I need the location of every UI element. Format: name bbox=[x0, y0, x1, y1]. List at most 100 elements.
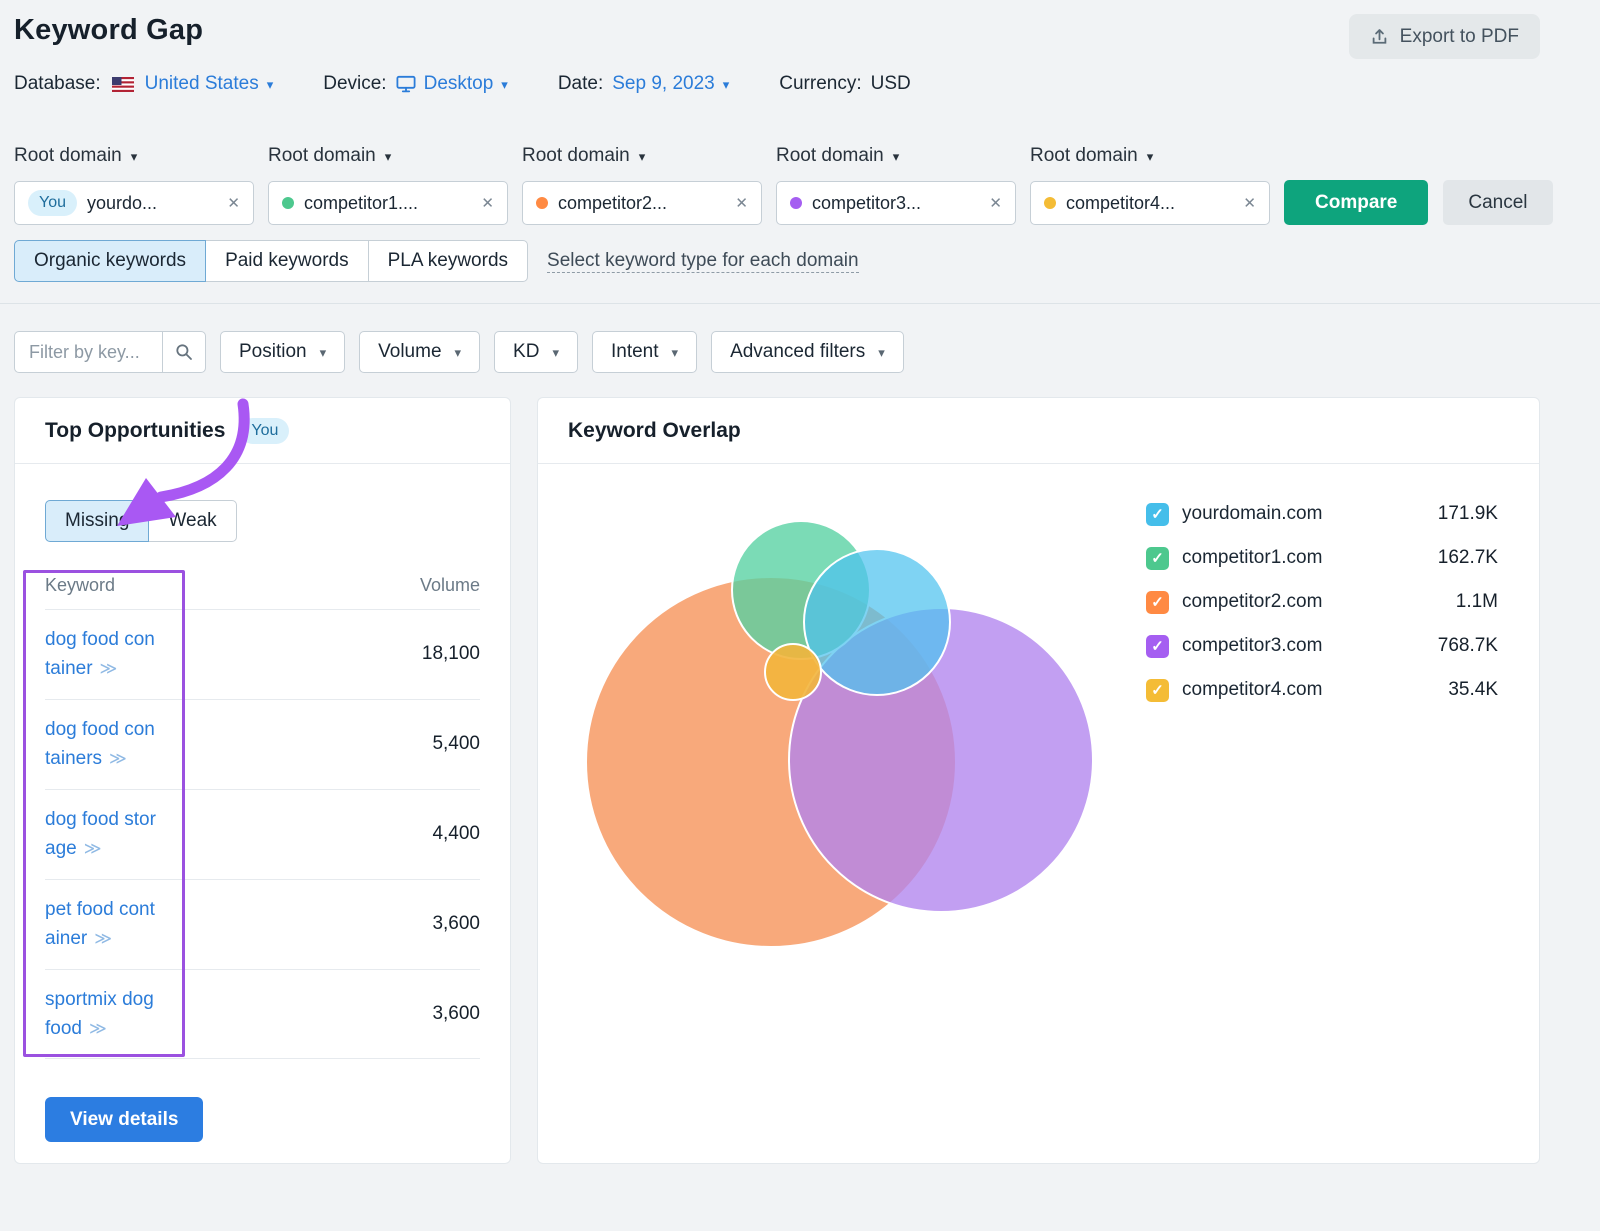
legend-checkbox[interactable]: ✓ bbox=[1146, 679, 1169, 702]
tab-organic-keywords[interactable]: Organic keywords bbox=[14, 240, 206, 282]
double-chevron-icon: ≫ bbox=[94, 929, 112, 948]
keyword-gap-page: Keyword Gap Export to PDF Database: bbox=[14, 0, 1540, 1164]
domain-chip-competitor3[interactable]: competitor3... ✕ bbox=[776, 181, 1016, 225]
root-domain-dropdown[interactable]: Root domain ▾ bbox=[776, 145, 899, 167]
currency-value: USD bbox=[871, 73, 911, 95]
keyword-overlap-header: Keyword Overlap bbox=[538, 398, 1539, 464]
date-value-link[interactable]: Sep 9, 2023 ▾ bbox=[612, 73, 729, 95]
check-icon: ✓ bbox=[1151, 505, 1164, 523]
us-flag-icon bbox=[112, 77, 134, 92]
volume-cell: 3,600 bbox=[432, 913, 480, 935]
volume-filter-dropdown[interactable]: Volume ▾ bbox=[359, 331, 480, 373]
domain-color-dot bbox=[282, 197, 294, 209]
desktop-icon bbox=[396, 75, 416, 93]
close-icon[interactable]: ✕ bbox=[989, 194, 1002, 212]
double-chevron-icon: ≫ bbox=[84, 839, 102, 858]
root-domain-dropdown[interactable]: Root domain ▾ bbox=[1030, 145, 1153, 167]
keyword-link[interactable]: dog food containers≫ bbox=[45, 715, 159, 774]
domain-selectors-row: Root domain ▾ You yourdo... ✕ Root domai… bbox=[14, 145, 1540, 225]
compare-button[interactable]: Compare bbox=[1284, 180, 1428, 225]
volume-cell: 5,400 bbox=[432, 733, 480, 755]
currency-label: Currency: bbox=[779, 73, 861, 95]
filter-bar: Position ▾ Volume ▾ KD ▾ Intent ▾ Advanc… bbox=[14, 331, 1540, 373]
kd-filter-dropdown[interactable]: KD ▾ bbox=[494, 331, 578, 373]
intent-filter-dropdown[interactable]: Intent ▾ bbox=[592, 331, 697, 373]
legend-row: ✓ yourdomain.com 171.9K bbox=[1146, 492, 1498, 536]
chevron-down-icon: ▾ bbox=[552, 346, 559, 359]
legend-checkbox[interactable]: ✓ bbox=[1146, 503, 1169, 526]
venn-circle-competitor4 bbox=[765, 644, 821, 700]
select-keyword-type-link[interactable]: Select keyword type for each domain bbox=[547, 249, 859, 274]
legend-checkbox[interactable]: ✓ bbox=[1146, 591, 1169, 614]
legend-checkbox[interactable]: ✓ bbox=[1146, 547, 1169, 570]
close-icon[interactable]: ✕ bbox=[735, 194, 748, 212]
domain-color-dot bbox=[790, 197, 802, 209]
volume-cell: 18,100 bbox=[422, 643, 480, 665]
export-pdf-button[interactable]: Export to PDF bbox=[1349, 14, 1540, 59]
currency-display: Currency: USD bbox=[779, 73, 910, 95]
double-chevron-icon: ≫ bbox=[89, 1019, 107, 1038]
keyword-link[interactable]: pet food container≫ bbox=[45, 895, 159, 954]
device-label: Device: bbox=[323, 73, 386, 95]
opportunities-tabs: Missing Weak bbox=[45, 500, 510, 542]
database-label: Database: bbox=[14, 73, 101, 95]
legend-domain: competitor2.com bbox=[1182, 591, 1322, 613]
keyword-filter-search bbox=[14, 331, 206, 373]
tab-weak[interactable]: Weak bbox=[148, 500, 236, 542]
domain-chip-competitor2[interactable]: competitor2... ✕ bbox=[522, 181, 762, 225]
search-input[interactable] bbox=[14, 331, 162, 373]
view-details-button[interactable]: View details bbox=[45, 1097, 203, 1142]
advanced-filters-dropdown[interactable]: Advanced filters ▾ bbox=[711, 331, 904, 373]
domain-column-competitor4: Root domain ▾ competitor4... ✕ bbox=[1030, 145, 1270, 225]
legend-domain: yourdomain.com bbox=[1182, 503, 1322, 525]
domain-chip-value: competitor4... bbox=[1066, 193, 1175, 214]
domain-chip-value: competitor3... bbox=[812, 193, 921, 214]
legend-row: ✓ competitor1.com 162.7K bbox=[1146, 536, 1498, 580]
chevron-down-icon: ▾ bbox=[267, 78, 274, 91]
keyword-link[interactable]: dog food container≫ bbox=[45, 625, 159, 684]
legend-value: 1.1M bbox=[1456, 591, 1498, 613]
section-divider bbox=[0, 303, 1600, 304]
keyword-link[interactable]: sportmix dog food≫ bbox=[45, 985, 159, 1044]
chevron-down-icon: ▾ bbox=[455, 346, 462, 359]
volume-cell: 4,400 bbox=[432, 823, 480, 845]
table-row: dog food containers≫ 5,400 bbox=[45, 700, 480, 790]
chevron-down-icon: ▾ bbox=[320, 346, 327, 359]
tab-pla-keywords[interactable]: PLA keywords bbox=[368, 240, 528, 282]
position-filter-dropdown[interactable]: Position ▾ bbox=[220, 331, 345, 373]
keyword-type-tabs: Organic keywords Paid keywords PLA keywo… bbox=[14, 240, 528, 282]
date-selector: Date: Sep 9, 2023 ▾ bbox=[558, 73, 729, 95]
domain-chip-you[interactable]: You yourdo... ✕ bbox=[14, 181, 254, 225]
database-selector: Database: United States ▾ bbox=[14, 73, 273, 95]
overlap-legend: ✓ yourdomain.com 171.9K ✓ competitor1.co… bbox=[1146, 492, 1498, 712]
tab-paid-keywords[interactable]: Paid keywords bbox=[205, 240, 369, 282]
device-value-link[interactable]: Desktop ▾ bbox=[396, 73, 508, 95]
domain-color-dot bbox=[536, 197, 548, 209]
tab-missing[interactable]: Missing bbox=[45, 500, 149, 542]
cancel-button[interactable]: Cancel bbox=[1443, 180, 1552, 225]
domain-chip-competitor1[interactable]: competitor1.... ✕ bbox=[268, 181, 508, 225]
chevron-down-icon: ▾ bbox=[639, 150, 646, 163]
domain-chip-value: competitor2... bbox=[558, 193, 667, 214]
database-value-link[interactable]: United States ▾ bbox=[145, 73, 274, 95]
domain-column-competitor1: Root domain ▾ competitor1.... ✕ bbox=[268, 145, 508, 225]
top-bar: Keyword Gap Export to PDF bbox=[14, 14, 1540, 59]
root-domain-dropdown[interactable]: Root domain ▾ bbox=[268, 145, 391, 167]
root-domain-dropdown[interactable]: Root domain ▾ bbox=[14, 145, 137, 167]
content-cards: Top Opportunities You Missing Weak Keywo… bbox=[14, 397, 1540, 1164]
domain-chip-competitor4[interactable]: competitor4... ✕ bbox=[1030, 181, 1270, 225]
device-selector: Device: Desktop ▾ bbox=[323, 73, 508, 95]
domain-color-dot bbox=[1044, 197, 1056, 209]
legend-checkbox[interactable]: ✓ bbox=[1146, 635, 1169, 658]
root-domain-dropdown[interactable]: Root domain ▾ bbox=[522, 145, 645, 167]
legend-row: ✓ competitor3.com 768.7K bbox=[1146, 624, 1498, 668]
chevron-down-icon: ▾ bbox=[878, 346, 885, 359]
top-opportunities-card: Top Opportunities You Missing Weak Keywo… bbox=[14, 397, 511, 1164]
close-icon[interactable]: ✕ bbox=[227, 194, 240, 212]
close-icon[interactable]: ✕ bbox=[1243, 194, 1256, 212]
search-button[interactable] bbox=[162, 331, 206, 373]
search-icon bbox=[175, 343, 193, 361]
close-icon[interactable]: ✕ bbox=[481, 194, 494, 212]
keyword-column-header: Keyword bbox=[45, 575, 195, 596]
keyword-link[interactable]: dog food storage≫ bbox=[45, 805, 159, 864]
